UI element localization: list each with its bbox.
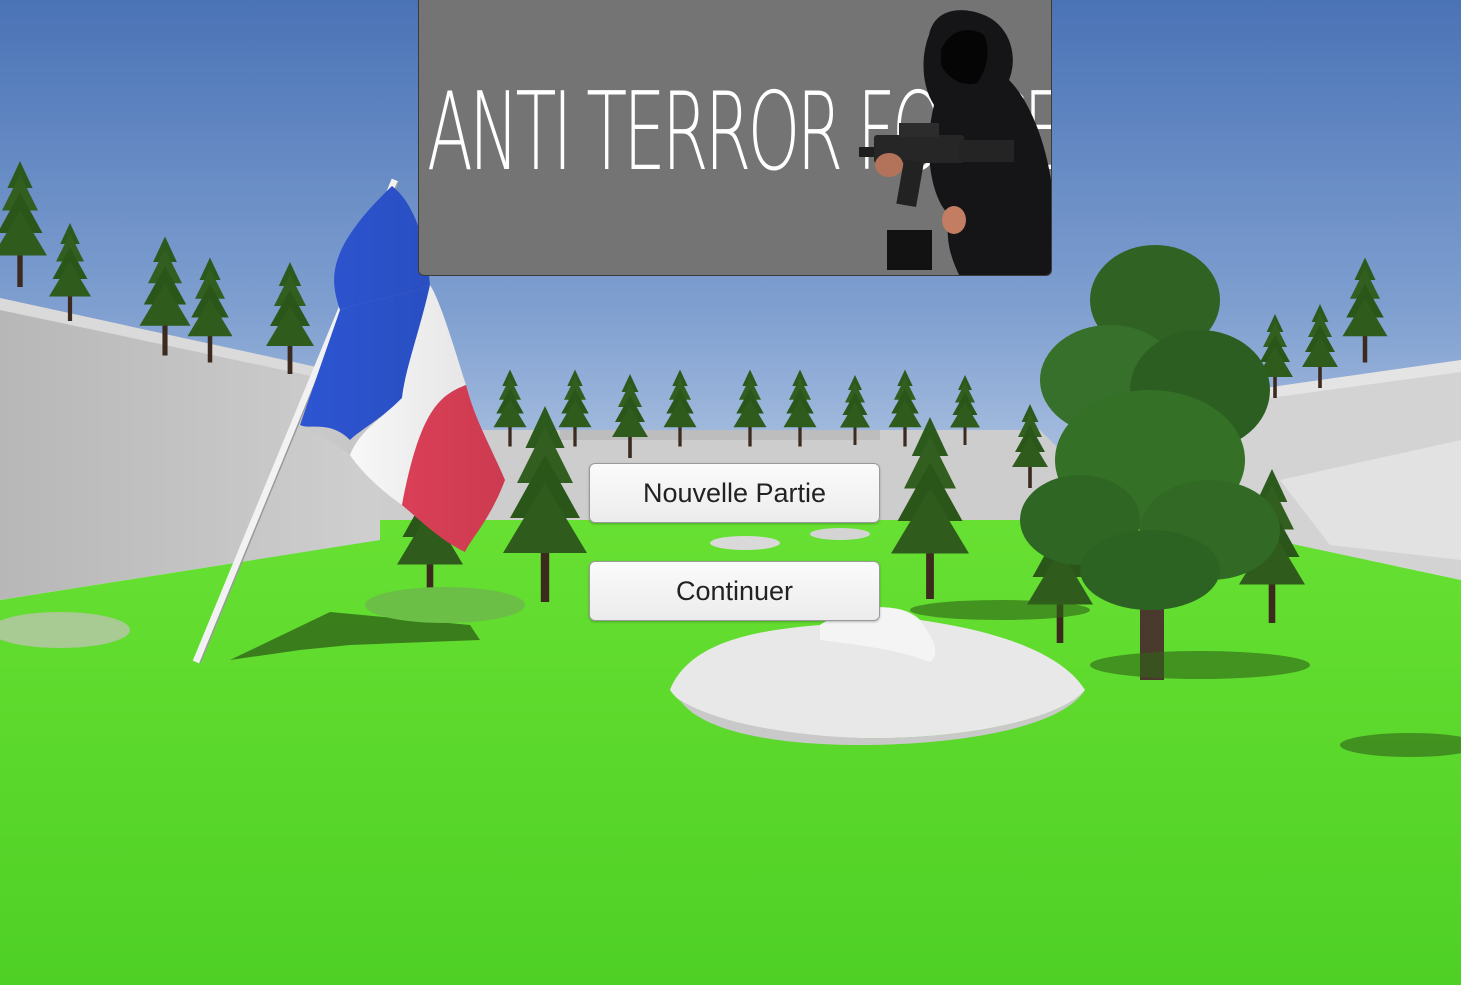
continue-button[interactable]: Continuer <box>589 561 880 621</box>
new-game-button-label: Nouvelle Partie <box>642 477 827 508</box>
hooded-soldier-illustration <box>859 10 1051 275</box>
game-scene: ANTI TERROR FORCE Nouvelle Partie Contin… <box>0 0 1461 985</box>
new-game-button[interactable]: Nouvelle Partie <box>589 463 880 523</box>
title-banner: ANTI TERROR FORCE <box>418 0 1052 276</box>
continue-button-label: Continuer <box>675 575 794 606</box>
